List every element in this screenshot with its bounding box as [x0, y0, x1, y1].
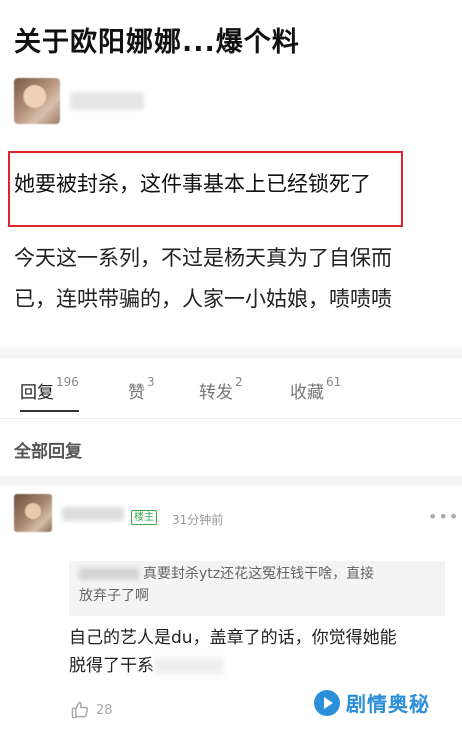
- post-body-line: 今天这一系列，不过是杨天真为了自保而: [14, 246, 392, 270]
- tab-label: 赞: [128, 383, 145, 403]
- tab-replies[interactable]: 回复196: [20, 375, 79, 412]
- post-author[interactable]: [14, 76, 144, 126]
- replies-header: 全部回复: [14, 442, 82, 462]
- quote-text: 放弃子了啊: [79, 588, 149, 604]
- tab-label: 收藏: [290, 383, 324, 403]
- more-options-icon[interactable]: •••: [428, 507, 459, 526]
- like-count: 28: [96, 702, 113, 718]
- tab-label: 转发: [199, 383, 233, 403]
- post-body: 今天这一系列，不过是杨天真为了自保而 已，连哄带骗的，人家一小姑娘，啧啧啧: [14, 238, 454, 320]
- commenter-avatar[interactable]: [14, 494, 52, 532]
- tab-reposts[interactable]: 转发2: [199, 375, 243, 403]
- quoted-reply[interactable]: 真要封杀ytz还花这冤枉钱干啥，直接 放弃子了啊: [69, 561, 445, 616]
- author-name-redacted: [70, 92, 144, 110]
- comment-time: 31分钟前: [172, 513, 224, 527]
- comment-text: 自己的艺人是du，盖章了的话，你觉得她能 脱得了干系: [69, 624, 454, 680]
- tab-count: 2: [235, 375, 243, 389]
- play-logo-icon: [314, 689, 340, 716]
- post-body-line: 已，连哄带骗的，人家一小姑娘，啧啧啧: [14, 287, 392, 311]
- tab-favorites[interactable]: 收藏61: [290, 375, 342, 403]
- author-avatar[interactable]: [14, 78, 60, 124]
- post-title: 关于欧阳娜娜...爆个料: [14, 27, 300, 58]
- tab-count: 3: [147, 375, 155, 389]
- thumbs-up-icon: [71, 701, 89, 719]
- tabs-divider: [0, 418, 462, 419]
- redacted-text: [154, 658, 224, 674]
- tab-count: 196: [56, 375, 79, 389]
- like-button[interactable]: 28: [70, 700, 113, 720]
- highlight-text: 她要被封杀，这件事基本上已经锁死了: [14, 172, 371, 196]
- tab-likes[interactable]: 赞3: [128, 375, 155, 403]
- comment-line: 脱得了干系: [69, 656, 154, 676]
- tab-label: 回复: [20, 383, 54, 403]
- tab-count: 61: [326, 375, 342, 389]
- watermark-text: 剧情奥秘: [346, 692, 430, 716]
- op-badge: 楼主: [131, 510, 157, 525]
- quote-text: 真要封杀ytz还花这冤枉钱干啥，直接: [143, 566, 375, 582]
- tab-bar: 回复196 赞3 转发2 收藏61: [0, 372, 462, 416]
- section-divider: [0, 476, 462, 486]
- quoted-user-redacted: [79, 568, 139, 580]
- comment-line: 自己的艺人是du，盖章了的话，你觉得她能: [69, 628, 397, 648]
- section-divider: [0, 344, 462, 358]
- commenter-name-redacted: [62, 507, 124, 521]
- watermark: 剧情奥秘: [314, 688, 430, 717]
